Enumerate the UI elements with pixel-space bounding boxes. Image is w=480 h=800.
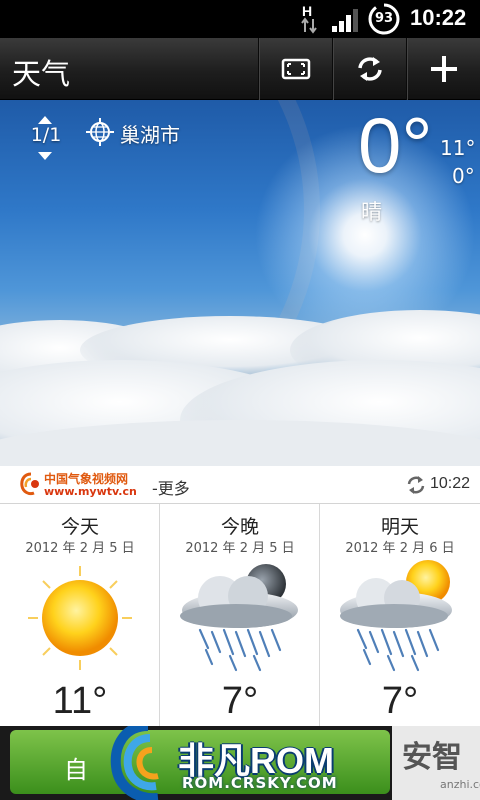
- forecast-day: 今晚: [220, 516, 259, 538]
- forecast-day: 明天: [380, 516, 419, 538]
- provider-logo-icon: [20, 472, 39, 496]
- sun-rain-icon: [340, 560, 452, 672]
- location-globe-icon: [86, 118, 114, 146]
- provider-logo[interactable]: 中国气象视频网 www.mywtv.cn: [16, 470, 137, 500]
- fullscreen-button[interactable]: [258, 38, 332, 100]
- battery-level: 93: [374, 11, 394, 26]
- fullscreen-icon: [281, 58, 310, 80]
- battery-indicator: 93: [366, 2, 402, 36]
- forecast-temperature: 11°: [52, 680, 108, 722]
- page-indicator[interactable]: 1/1: [24, 116, 68, 160]
- forecast-tomorrow[interactable]: 明天 2012 年 2 月 6 日 7°: [320, 504, 480, 726]
- rom-logo-icon: [110, 726, 159, 800]
- refresh-icon: [357, 57, 382, 81]
- refresh-button[interactable]: [332, 38, 406, 100]
- night-rain-icon: [180, 564, 298, 672]
- add-city-button[interactable]: [406, 38, 480, 100]
- low-temperature: 0°: [452, 164, 475, 188]
- city-name: 巢湖市: [120, 123, 180, 147]
- cloud-layer: [0, 310, 480, 466]
- forecast-date: 2012 年 2 月 5 日: [185, 541, 295, 556]
- arrow-down-icon: [38, 152, 52, 160]
- updated-refresh-icon: [407, 476, 425, 494]
- forecast-panel: 今天 2012 年 2 月 5 日 11° 今晚 2012 年 2 月 5 日: [0, 504, 480, 726]
- forecast-date: 2012 年 2 月 5 日: [25, 541, 135, 556]
- more-link[interactable]: -更多: [152, 475, 190, 499]
- forecast-today[interactable]: 今天 2012 年 2 月 5 日 11°: [0, 504, 160, 726]
- weather-condition: 晴: [361, 200, 382, 224]
- forecast-day: 今天: [60, 516, 99, 538]
- bottom-banner: 自 非凡ROM ROM.CRSKY.COM 安智 anzhi.com: [0, 726, 480, 800]
- status-bar: H 93 10:22: [0, 0, 480, 38]
- add-icon: [430, 56, 457, 82]
- high-temperature: 11°: [440, 136, 476, 160]
- forecast-date: 2012 年 2 月 6 日: [345, 541, 455, 556]
- signal-strength-icon: [332, 9, 358, 32]
- current-temperature: 0°: [358, 101, 433, 189]
- banner-brand-url: ROM.CRSKY.COM: [182, 774, 338, 792]
- forecast-tonight[interactable]: 今晚 2012 年 2 月 5 日 7°: [160, 504, 320, 726]
- status-clock: 10:22: [410, 5, 467, 30]
- bottom-left-button[interactable]: 自: [64, 750, 88, 785]
- forecast-temperature: 7°: [381, 680, 419, 722]
- right-watermark: 安智 anzhi.com: [392, 726, 480, 800]
- network-data-icon: H: [301, 3, 317, 34]
- current-weather-panel[interactable]: 1/1 巢湖市 0° 11° 0° 晴: [0, 100, 480, 466]
- provider-url: www.mywtv.cn: [44, 485, 137, 498]
- app-title: 天气: [12, 57, 71, 91]
- title-bar: 天气: [0, 38, 480, 100]
- right-watermark-brand: 安智: [402, 740, 462, 775]
- source-bar: 中国气象视频网 www.mywtv.cn -更多 10:22: [0, 466, 480, 504]
- updated-time: 10:22: [430, 475, 471, 492]
- right-watermark-url: anzhi.com: [440, 778, 480, 791]
- page-count: 1/1: [30, 124, 62, 146]
- forecast-temperature: 7°: [221, 680, 259, 722]
- arrow-up-icon: [38, 116, 52, 124]
- svg-text:H: H: [302, 3, 312, 19]
- sunny-icon: [28, 566, 132, 670]
